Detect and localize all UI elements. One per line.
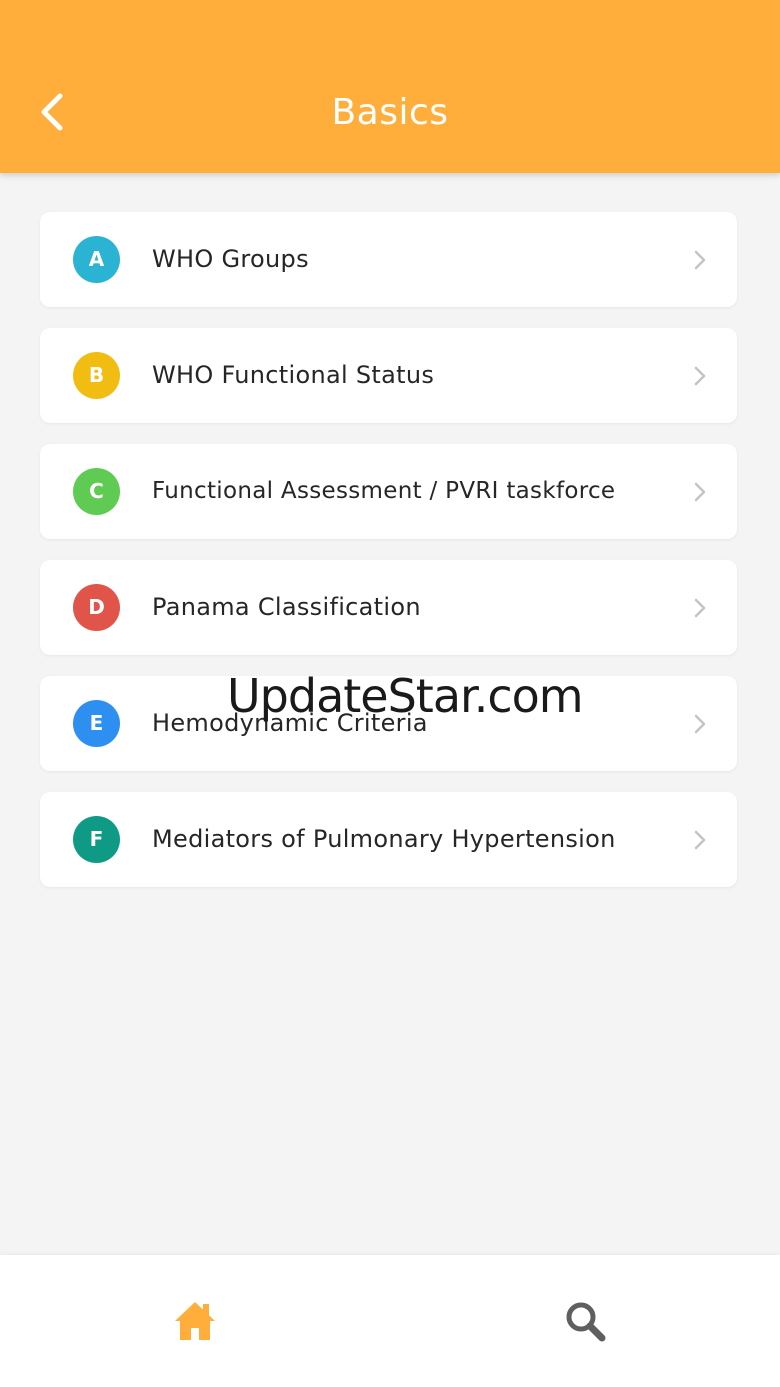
nav-search-button[interactable]: [390, 1255, 780, 1387]
letter-badge: E: [73, 700, 120, 747]
home-icon: [175, 1302, 215, 1340]
list-item-mediators-pulmonary-hypertension[interactable]: F Mediators of Pulmonary Hypertension: [40, 792, 737, 887]
letter-badge: D: [73, 584, 120, 631]
list-item-label: Hemodynamic Criteria: [152, 709, 428, 737]
list-item-label: WHO Groups: [152, 245, 309, 273]
letter-badge: F: [73, 816, 120, 863]
letter-badge: A: [73, 236, 120, 283]
chevron-right-icon: [694, 714, 706, 734]
list-item-panama-classification[interactable]: D Panama Classification: [40, 560, 737, 655]
list-item-who-functional-status[interactable]: B WHO Functional Status: [40, 328, 737, 423]
letter-badge: C: [73, 468, 120, 515]
list-item-functional-assessment[interactable]: C Functional Assessment / PVRI taskforce: [40, 444, 737, 539]
chevron-right-icon: [694, 250, 706, 270]
app-header: Basics: [0, 0, 780, 173]
list-item-label: Functional Assessment / PVRI taskforce: [152, 478, 616, 504]
list-item-label: WHO Functional Status: [152, 361, 435, 389]
chevron-right-icon: [694, 482, 706, 502]
chevron-right-icon: [694, 598, 706, 618]
chevron-right-icon: [694, 366, 706, 386]
list-item-label: Panama Classification: [152, 593, 421, 621]
chevron-right-icon: [694, 830, 706, 850]
letter-badge: B: [73, 352, 120, 399]
bottom-navigation: [0, 1255, 780, 1387]
topic-list: A WHO Groups B WHO Functional Status C F…: [40, 212, 737, 908]
page-title: Basics: [331, 92, 449, 133]
nav-home-button[interactable]: [0, 1255, 390, 1387]
list-item-hemodynamic-criteria[interactable]: E Hemodynamic Criteria: [40, 676, 737, 771]
list-item-who-groups[interactable]: A WHO Groups: [40, 212, 737, 307]
search-icon: [566, 1302, 606, 1342]
list-item-label: Mediators of Pulmonary Hypertension: [152, 825, 616, 853]
